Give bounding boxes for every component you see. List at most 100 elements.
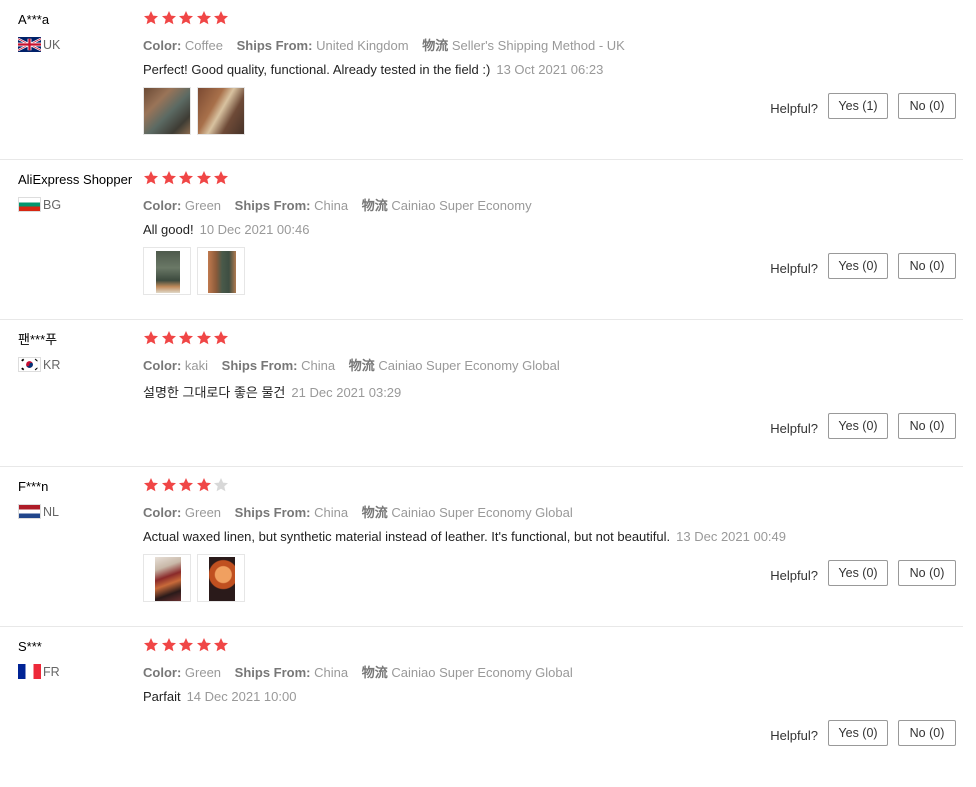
helpful-yes-button[interactable]: Yes (0) [828, 560, 888, 586]
star-rating [143, 170, 843, 188]
helpful-vote: Helpful? Yes (0) No (0) [770, 720, 956, 746]
star-icon [196, 11, 211, 25]
nl-flag-icon [18, 504, 41, 519]
helpful-no-button[interactable]: No (0) [898, 93, 956, 119]
star-icon [161, 638, 176, 652]
review-body: Perfect! Good quality, functional. Alrea… [143, 62, 491, 77]
sku-ships-from: China [314, 665, 349, 680]
review-body: 설명한 그대로다 좋은 물건 [143, 385, 286, 400]
review-date: 14 Dec 2021 10:00 [186, 689, 297, 704]
review-photos [143, 554, 843, 602]
reviewer-country: FR [18, 664, 143, 679]
helpful-yes-button[interactable]: Yes (0) [828, 253, 888, 279]
sku-logistics: Seller's Shipping Method - UK [451, 38, 625, 53]
review-content: Color: Coffee Ships From: United Kingdom… [143, 10, 843, 135]
review-item: AliExpress Shopper BG Color: Green Ships… [0, 160, 963, 320]
sku-logistics: Cainiao Super Economy Global [391, 665, 573, 680]
helpful-yes-button[interactable]: Yes (0) [828, 413, 888, 439]
review-date: 10 Dec 2021 00:46 [199, 222, 310, 237]
review-photo-thumbnail[interactable] [143, 554, 191, 602]
reviewer-country: UK [18, 37, 143, 52]
review-body: Actual waxed linen, but synthetic materi… [143, 529, 671, 544]
star-icon [161, 331, 176, 345]
star-icon [144, 171, 158, 185]
review-content: Color: Green Ships From: China 物流 Cainia… [143, 170, 843, 295]
helpful-label: Helpful? [770, 260, 818, 276]
review-body: Parfait [143, 689, 181, 704]
uk-flag-icon [18, 37, 41, 52]
review-date: 13 Oct 2021 06:23 [496, 62, 604, 77]
review-text: 설명한 그대로다 좋은 물건 21 Dec 2021 03:29 [143, 382, 843, 401]
helpful-no-button[interactable]: No (0) [898, 720, 956, 746]
star-icon [214, 331, 228, 345]
review-text: Actual waxed linen, but synthetic materi… [143, 529, 843, 544]
helpful-vote: Helpful? Yes (0) No (0) [770, 253, 956, 279]
reviewer-name: A***a [18, 12, 50, 27]
reviewer-info: F***n NL [18, 479, 143, 519]
reviewer-name: S*** [18, 639, 42, 654]
star-rating [143, 10, 843, 28]
reviewer-country: NL [18, 504, 143, 519]
reviewer-name: 팬***푸 [18, 332, 58, 347]
sku-info: Color: Green Ships From: China 物流 Cainia… [143, 665, 573, 680]
helpful-label: Helpful? [770, 420, 818, 436]
star-rating [143, 330, 843, 348]
sku-logistics: Cainiao Super Economy [391, 198, 532, 213]
review-text: Parfait 14 Dec 2021 10:00 [143, 689, 843, 704]
fr-flag-icon [18, 664, 41, 679]
sku-color: Coffee [184, 38, 223, 53]
helpful-label: Helpful? [770, 567, 818, 583]
reviewer-info: AliExpress Shopper BG [18, 172, 143, 212]
sku-ships-from: China [314, 505, 349, 520]
country-code: NL [43, 504, 59, 519]
review-content: Color: kaki Ships From: China 物流 Cainiao… [143, 330, 843, 401]
reviewer-country: BG [18, 197, 143, 212]
kr-flag-icon [18, 357, 41, 372]
country-code: FR [43, 664, 60, 679]
helpful-no-button[interactable]: No (0) [898, 253, 956, 279]
review-photos [143, 247, 843, 295]
sku-ships-from: China [301, 358, 336, 373]
helpful-label: Helpful? [770, 727, 818, 743]
reviewer-info: S*** FR [18, 639, 143, 679]
review-photos [143, 87, 843, 135]
star-icon [144, 638, 158, 652]
star-icon [196, 331, 211, 345]
star-icon [179, 171, 193, 185]
country-code: UK [43, 37, 61, 52]
sku-color: kaki [184, 358, 209, 373]
sku-info: Color: Coffee Ships From: United Kingdom… [143, 38, 625, 53]
review-item: 팬***푸 KR Color: kaki Ships From: China 物… [0, 320, 963, 467]
star-icon [179, 478, 193, 492]
helpful-vote: Helpful? Yes (0) No (0) [770, 560, 956, 586]
reviewer-country: KR [18, 357, 143, 372]
helpful-yes-button[interactable]: Yes (0) [828, 720, 888, 746]
star-icon [161, 11, 176, 25]
review-photo-thumbnail[interactable] [143, 247, 191, 295]
helpful-label: Helpful? [770, 100, 818, 116]
country-code: BG [43, 197, 62, 212]
star-icon [179, 331, 193, 345]
review-photo-thumbnail[interactable] [143, 87, 191, 135]
helpful-no-button[interactable]: No (0) [898, 560, 956, 586]
review-text: All good! 10 Dec 2021 00:46 [143, 222, 843, 237]
star-icon [214, 171, 228, 185]
star-icon [214, 638, 228, 652]
review-body: All good! [143, 222, 194, 237]
helpful-yes-button[interactable]: Yes (1) [828, 93, 888, 119]
sku-logistics: Cainiao Super Economy Global [391, 505, 573, 520]
review-text: Perfect! Good quality, functional. Alrea… [143, 62, 843, 77]
review-photo-thumbnail[interactable] [197, 87, 245, 135]
star-icon [161, 171, 176, 185]
star-icon [196, 638, 211, 652]
star-icon [144, 331, 158, 345]
helpful-no-button[interactable]: No (0) [898, 413, 956, 439]
star-rating [143, 477, 843, 495]
star-icon [144, 11, 158, 25]
review-item: A***a UK Color: Coffee Ships From: Unite… [0, 0, 963, 160]
review-photo-thumbnail[interactable] [197, 247, 245, 295]
review-item: F***n NL Color: Green Ships From: China … [0, 467, 963, 627]
sku-logistics: Cainiao Super Economy Global [378, 358, 560, 373]
review-date: 21 Dec 2021 03:29 [291, 385, 402, 400]
review-photo-thumbnail[interactable] [197, 554, 245, 602]
